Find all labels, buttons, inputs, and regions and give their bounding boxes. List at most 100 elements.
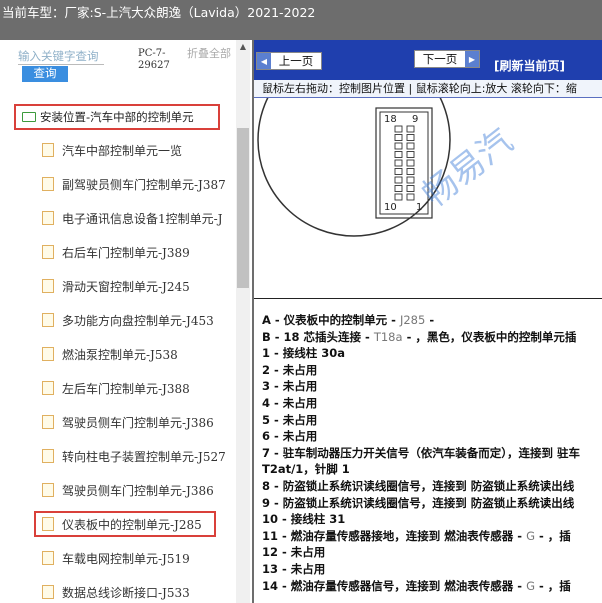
- pin-label-18: 18: [384, 114, 397, 125]
- document-icon: [42, 585, 54, 599]
- connector-pin: [394, 159, 403, 167]
- tree-item[interactable]: 电子通讯信息设备1控制单元-J: [42, 208, 236, 228]
- connector-pin: [394, 168, 403, 175]
- tree-item-label: 汽车中部控制单元一览: [62, 143, 183, 158]
- tree-item[interactable]: 燃油泵控制单元-J538: [42, 344, 236, 364]
- tree-item[interactable]: 驾驶员侧车门控制单元-J386: [42, 412, 236, 432]
- tree-item[interactable]: 转向柱电子装置控制单元-J527: [42, 446, 236, 466]
- document-icon: [42, 551, 54, 565]
- pin-row: 11 - 燃油存量传感器接地，连接到 燃油表传感器 - G - ，插: [262, 528, 602, 545]
- pin-text: 11 - 燃油存量传感器接地，连接到 燃油表传感器 -: [262, 528, 527, 543]
- pin-text: 13 - 未占用: [262, 561, 326, 576]
- pin-text: 1 - 接线柱 30a: [262, 346, 346, 361]
- document-icon: [42, 177, 54, 191]
- pin-text: T2at/1，针脚 1: [262, 462, 350, 477]
- document-icon: [42, 347, 54, 361]
- connector-pin: [406, 142, 415, 150]
- pin-text: 3 - 未占用: [262, 379, 318, 394]
- tree-item[interactable]: 车载电网控制单元-J519: [42, 548, 236, 568]
- pin-text: 10 - 接线柱 31: [262, 512, 346, 527]
- fold-all-link[interactable]: 折叠全部: [187, 48, 231, 60]
- connector-pin: [394, 125, 403, 133]
- tree-item[interactable]: 左后车门控制单元-J388: [42, 378, 236, 398]
- tree-item-label: 车载电网控制单元-J519: [62, 551, 190, 566]
- pin-row: 12 - 未占用: [262, 544, 602, 561]
- document-icon: [42, 245, 54, 259]
- pin-text: 9 - 防盗锁止系统识读线圈信号，连接到 防盗锁止系统读出线: [262, 495, 575, 510]
- document-icon: [42, 143, 54, 157]
- pin-code: G: [526, 578, 535, 593]
- pin-text-tail: -: [425, 313, 435, 327]
- connector-pin: [406, 193, 415, 201]
- pin-row: 8 - 防盗锁止系统识读线圈信号，连接到 防盗锁止系统读出线: [262, 478, 602, 495]
- connector-drawing: 18 9 10 1 畅易汽: [257, 98, 520, 237]
- search-button[interactable]: 查询: [22, 66, 68, 82]
- tree-item[interactable]: 驾驶员侧车门控制单元-J386: [42, 480, 236, 500]
- pin-row: 13 - 未占用: [262, 561, 602, 578]
- tree-item[interactable]: 右后车门控制单元-J389: [42, 242, 236, 262]
- tree-item-label: 数据总线诊断接口-J533: [62, 585, 190, 600]
- scroll-thumb[interactable]: [237, 128, 249, 288]
- pin-row: 6 - 未占用: [262, 428, 602, 445]
- title-bar: 当前车型：厂家:S-上汽大众朗逸（Lavida）2021-2022: [0, 0, 602, 40]
- page-toolbar: ◀ 上一页 下一页 ▶ [刷新当前页]: [254, 40, 602, 80]
- left-panel: 查询 PC-7-29627 折叠全部 安装位置-汽车中部的控制单元 汽车中部控制…: [0, 40, 252, 603]
- pin-code: T18a: [373, 329, 403, 344]
- document-icon: [42, 415, 54, 429]
- tree-item-label: 转向柱电子装置控制单元-J527: [62, 449, 226, 464]
- refresh-link[interactable]: [刷新当前页]: [494, 57, 565, 74]
- tree-item-label: 副驾驶员侧车门控制单元-J387: [62, 177, 226, 192]
- pin-text-tail: - ，插: [535, 528, 571, 543]
- pin-code: G: [526, 528, 535, 543]
- tree-item[interactable]: 多功能方向盘控制单元-J453: [42, 310, 236, 330]
- tree-item[interactable]: 汽车中部控制单元一览: [42, 140, 236, 160]
- tree-item-label: 驾驶员侧车门控制单元-J386: [62, 483, 214, 498]
- right-panel: ◀ 上一页 下一页 ▶ [刷新当前页] 鼠标左右拖动：控制图片位置 | 鼠标滚轮…: [254, 40, 602, 603]
- pin-text: B - 18 芯插头连接 -: [262, 329, 374, 344]
- prev-page-button[interactable]: ◀ 上一页: [256, 52, 322, 70]
- right-arrow-icon: ▶: [465, 51, 479, 67]
- tree-item-label: 滑动天窗控制单元-J245: [62, 279, 190, 294]
- document-icon: [42, 313, 54, 327]
- pin-row: T2at/1，针脚 1: [262, 461, 602, 478]
- search-row: 查询 PC-7-29627 折叠全部: [0, 40, 236, 88]
- document-icon: [42, 211, 54, 225]
- scroll-up-arrow-icon[interactable]: ▲: [236, 40, 250, 54]
- connector-pin: [394, 151, 403, 158]
- document-icon: [42, 517, 54, 531]
- tree-item[interactable]: 滑动天窗控制单元-J245: [42, 276, 236, 296]
- connector-pin: [406, 134, 415, 141]
- pin-text-tail: - ，插: [535, 578, 571, 593]
- usage-hint: 鼠标左右拖动：控制图片位置 | 鼠标滚轮向上:放大 滚轮向下：缩: [254, 80, 602, 98]
- tree-item-label: 仪表板中的控制单元-J285: [62, 517, 202, 532]
- tree-item[interactable]: 副驾驶员侧车门控制单元-J387: [42, 174, 236, 194]
- document-icon: [42, 381, 54, 395]
- pin-label-9: 9: [412, 114, 418, 125]
- next-page-label: 下一页: [422, 52, 458, 66]
- tree-root-node[interactable]: 安装位置-汽车中部的控制单元: [14, 104, 220, 130]
- connector-pin: [394, 185, 403, 192]
- tree-item[interactable]: 数据总线诊断接口-J533: [42, 582, 236, 602]
- pin-code: J285: [399, 313, 426, 327]
- pin-row: B - 18 芯插头连接 - T18a - ，黑色，仪表板中的控制单元插: [262, 329, 602, 346]
- connector-pin: [394, 134, 403, 141]
- tree-scrollbar[interactable]: ▲: [236, 40, 250, 603]
- pin-row: 14 - 燃油存量传感器信号，连接到 燃油表传感器 - G - ，插: [262, 578, 602, 595]
- pin-text: 5 - 未占用: [262, 412, 318, 427]
- pin-text: A - 仪表板中的控制单元 -: [262, 313, 400, 327]
- next-page-button[interactable]: 下一页 ▶: [414, 50, 480, 68]
- connector-diagram[interactable]: 18 9 10 1 畅易汽: [254, 98, 602, 298]
- pin-text: 7 - 驻车制动器压力开关信号（依汽车装备而定），连接到 驻车: [262, 445, 581, 460]
- connector-pin: [406, 125, 415, 133]
- tree-item-label: 电子通讯信息设备1控制单元-J: [62, 211, 223, 226]
- search-input[interactable]: [18, 48, 104, 65]
- tree-root-label: 安装位置-汽车中部的控制单元: [40, 110, 194, 124]
- pin-text: 6 - 未占用: [262, 429, 318, 444]
- pin-row: A - 仪表板中的控制单元 - J285 -: [262, 312, 602, 329]
- pc-code-label: PC-7-29627: [138, 48, 170, 71]
- connector-pin: [406, 176, 415, 184]
- pin-row: 9 - 防盗锁止系统识读线圈信号，连接到 防盗锁止系统读出线: [262, 495, 602, 512]
- folder-open-icon: [22, 112, 36, 122]
- tree-item-selected[interactable]: 仪表板中的控制单元-J285: [34, 511, 216, 537]
- connector-pin: [406, 185, 415, 192]
